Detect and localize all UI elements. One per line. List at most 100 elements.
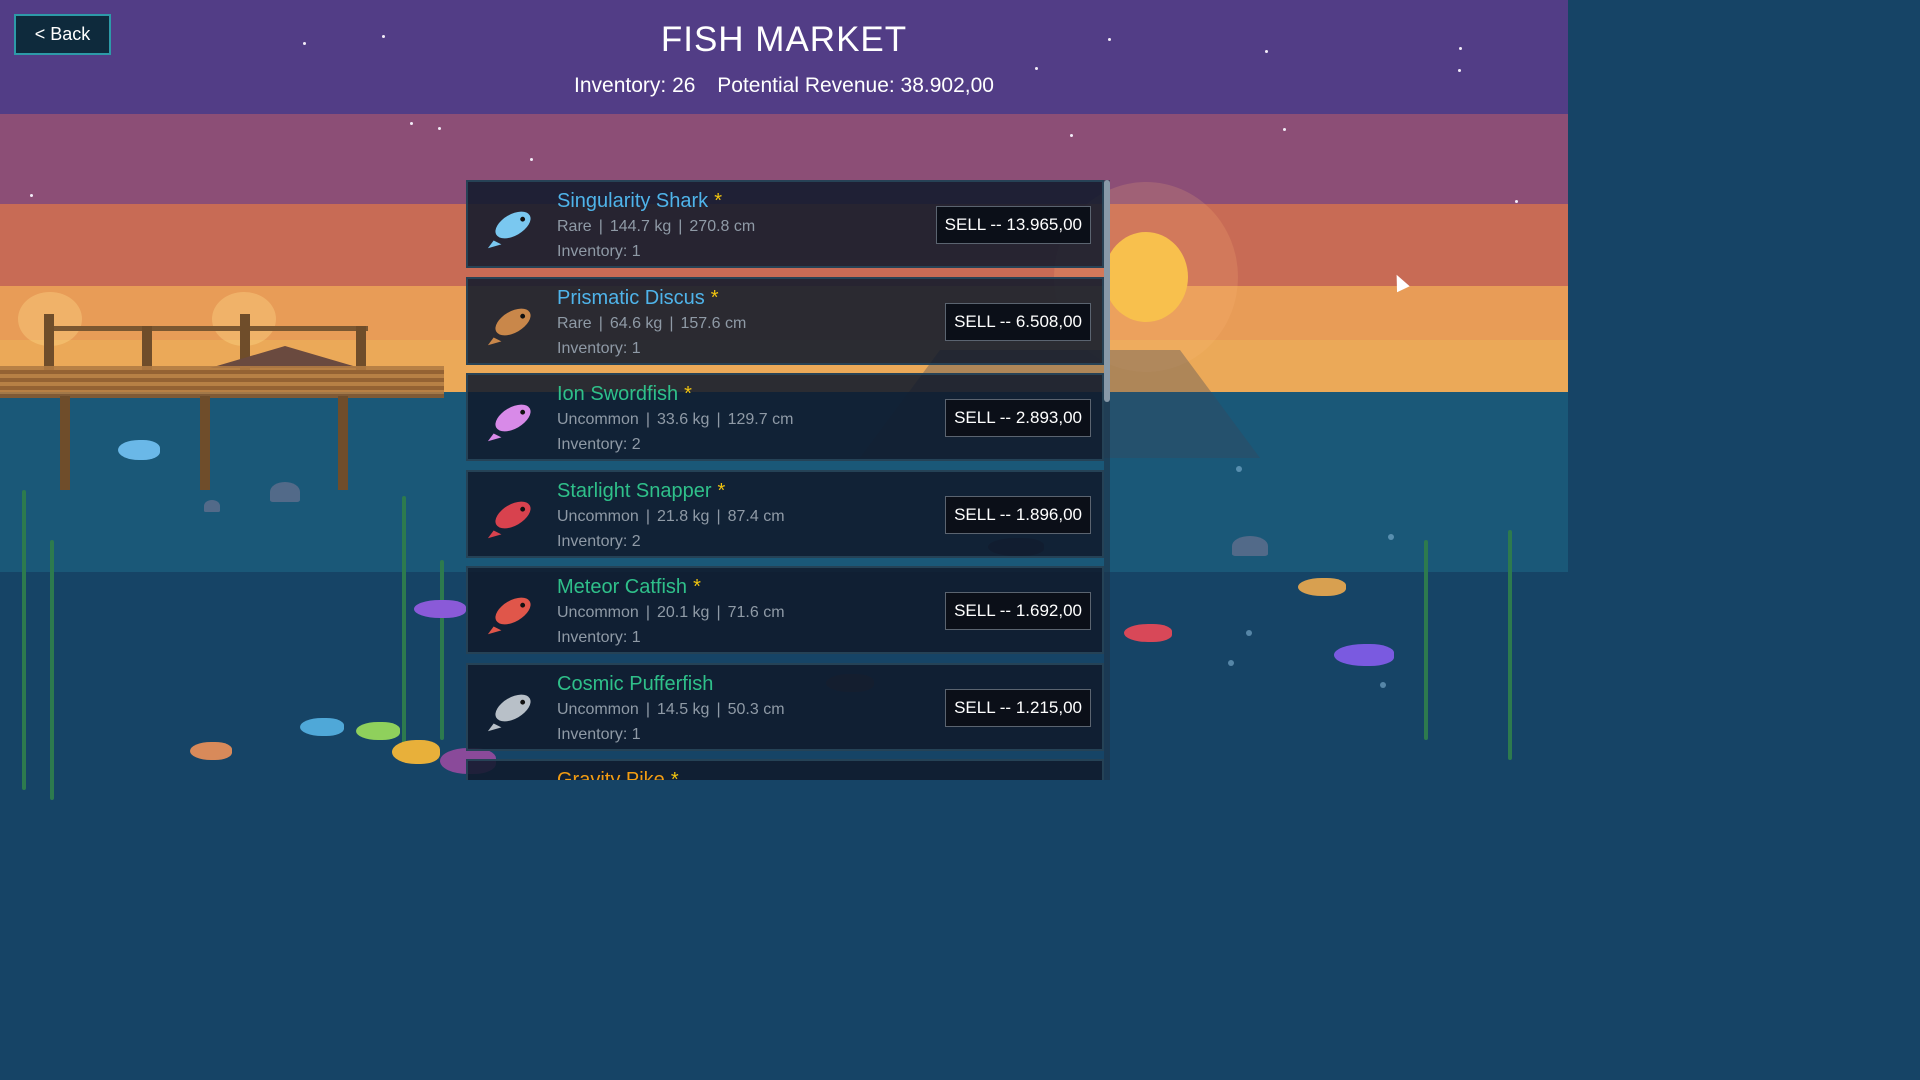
cosmic-pufferfish-icon xyxy=(484,679,542,737)
star xyxy=(1070,134,1073,137)
separator: | xyxy=(669,314,674,332)
bubble xyxy=(1388,534,1394,540)
market-stats: Inventory: 26 Potential Revenue: 38.902,… xyxy=(0,74,1568,98)
favorite-star-icon: * xyxy=(714,190,722,212)
fish-name-label: Cosmic Pufferfish xyxy=(557,672,714,695)
star xyxy=(530,158,533,161)
fish-name: Prismatic Discus * xyxy=(557,287,719,310)
fish-list-scrollbar[interactable] xyxy=(1104,180,1110,780)
favorite-star-icon: * xyxy=(693,576,701,598)
fish-length: 71.6 cm xyxy=(727,604,785,621)
swimming-fish xyxy=(118,440,160,460)
meteor-catfish-icon xyxy=(484,582,542,640)
jellyfish xyxy=(204,500,220,512)
jellyfish xyxy=(270,482,300,502)
gravity-pike-icon xyxy=(484,775,542,780)
fish-inventory: Inventory: 1 xyxy=(557,339,641,357)
fish-list[interactable]: Singularity Shark * Rare | 144.7 kg | 270.8 cm… xyxy=(466,180,1104,780)
fish-inventory: Inventory: 1 xyxy=(557,243,641,260)
fish-name-label: Prismatic Discus xyxy=(557,286,705,309)
fish-details: Rare | 144.7 kg | 270.8 cm xyxy=(557,218,755,236)
seaweed xyxy=(1424,540,1428,740)
inventory-count: Inventory: 26 xyxy=(574,74,696,97)
favorite-star-icon: * xyxy=(717,479,726,502)
fish-rarity: Uncommon xyxy=(557,604,639,621)
fish-name: Meteor Catfish * xyxy=(557,576,701,599)
star xyxy=(438,127,441,130)
scrollbar-thumb[interactable] xyxy=(1104,180,1110,402)
fish-details: Uncommon | 33.6 kg | 129.7 cm xyxy=(557,411,793,429)
star xyxy=(1458,69,1461,72)
fish-length: 270.8 cm xyxy=(689,218,756,235)
seaweed xyxy=(50,540,54,800)
fish-details: Uncommon | 21.8 kg | 87.4 cm xyxy=(557,508,785,526)
fish-card[interactable]: Cosmic Pufferfish Uncommon | 14.5 kg | 50.3 c… xyxy=(466,662,1104,751)
fish-inventory: Inventory: 2 xyxy=(557,436,641,453)
sell-button[interactable]: SELL -- 2.893,00 xyxy=(945,399,1091,437)
fish-name-label: Starlight Snapper xyxy=(557,479,712,502)
seaweed xyxy=(22,490,26,790)
sell-button[interactable]: SELL -- 1.896,00 xyxy=(945,495,1091,534)
fish-inventory: Inventory: 1 xyxy=(557,629,641,646)
separator: | xyxy=(598,218,603,235)
sell-button[interactable]: SELL -- 1.215,00 xyxy=(945,688,1091,727)
fish-rarity: Rare xyxy=(557,218,592,235)
fish-name-label: Singularity Shark xyxy=(557,190,709,212)
swimming-fish xyxy=(356,722,400,740)
pier-post xyxy=(338,396,348,490)
fish-card[interactable]: Singularity Shark * Rare | 144.7 kg | 270.8 cm… xyxy=(466,180,1104,268)
fish-details: Uncommon | 14.5 kg | 50.3 cm xyxy=(557,701,785,719)
singularity-shark-icon xyxy=(484,196,542,254)
pier-post xyxy=(142,326,152,370)
fish-name: Ion Swordfish * xyxy=(557,383,692,406)
pier-post xyxy=(44,314,54,370)
fish-weight: 21.8 kg xyxy=(656,507,710,525)
fish-weight: 33.6 kg xyxy=(656,411,710,428)
star xyxy=(1515,200,1518,203)
separator: | xyxy=(645,604,650,621)
fish-card[interactable]: Prismatic Discus * Rare | 64.6 kg | 157.6 cm In… xyxy=(466,276,1104,365)
fish-card[interactable]: Meteor Catfish * Uncommon | 20.1 kg | 71.6 cm I… xyxy=(466,566,1104,654)
separator: | xyxy=(716,411,721,428)
seaweed xyxy=(1508,530,1512,760)
fish-name: Cosmic Pufferfish xyxy=(557,673,713,696)
fish-card[interactable]: Starlight Snapper * Uncommon | 21.8 kg | 87.4 … xyxy=(466,469,1104,558)
fish-card[interactable]: Gravity Pike * xyxy=(466,759,1104,780)
fish-rarity: Uncommon xyxy=(557,700,639,718)
pier-rail xyxy=(44,326,368,331)
separator: | xyxy=(645,700,650,718)
seaweed xyxy=(440,560,444,740)
fish-name-label: Gravity Pike xyxy=(557,769,665,780)
bubble xyxy=(1236,466,1242,472)
separator: | xyxy=(716,507,721,525)
swimming-fish xyxy=(190,742,232,760)
fish-weight: 14.5 kg xyxy=(656,700,710,718)
separator: | xyxy=(678,218,683,235)
swimming-fish xyxy=(392,740,440,764)
separator: | xyxy=(716,700,721,718)
pier-deck xyxy=(0,366,444,398)
sell-button[interactable]: SELL -- 1.692,00 xyxy=(945,592,1091,630)
fish-rarity: Rare xyxy=(557,314,592,332)
prismatic-discus-icon xyxy=(484,293,542,351)
sell-button[interactable]: SELL -- 13.965,00 xyxy=(935,206,1091,244)
starlight-snapper-icon xyxy=(484,486,542,544)
separator: | xyxy=(645,507,650,525)
star xyxy=(1035,67,1038,70)
sell-button[interactable]: SELL -- 6.508,00 xyxy=(945,302,1091,341)
fish-card[interactable]: Ion Swordfish * Uncommon | 33.6 kg | 129.7 cm I… xyxy=(466,373,1104,461)
fish-length: 87.4 cm xyxy=(727,507,785,525)
swimming-fish xyxy=(1124,624,1172,642)
fish-name: Singularity Shark * xyxy=(557,190,722,213)
swimming-fish xyxy=(1298,578,1346,596)
potential-revenue: Potential Revenue: 38.902,00 xyxy=(717,74,994,97)
separator: | xyxy=(716,604,721,621)
pier-post xyxy=(200,396,210,490)
ion-swordfish-icon xyxy=(484,389,542,447)
pier-post xyxy=(356,326,366,370)
fish-length: 157.6 cm xyxy=(680,314,747,332)
star xyxy=(1283,128,1286,131)
favorite-star-icon: * xyxy=(670,769,679,780)
swimming-fish xyxy=(414,600,466,618)
fish-details: Uncommon | 20.1 kg | 71.6 cm xyxy=(557,604,785,622)
